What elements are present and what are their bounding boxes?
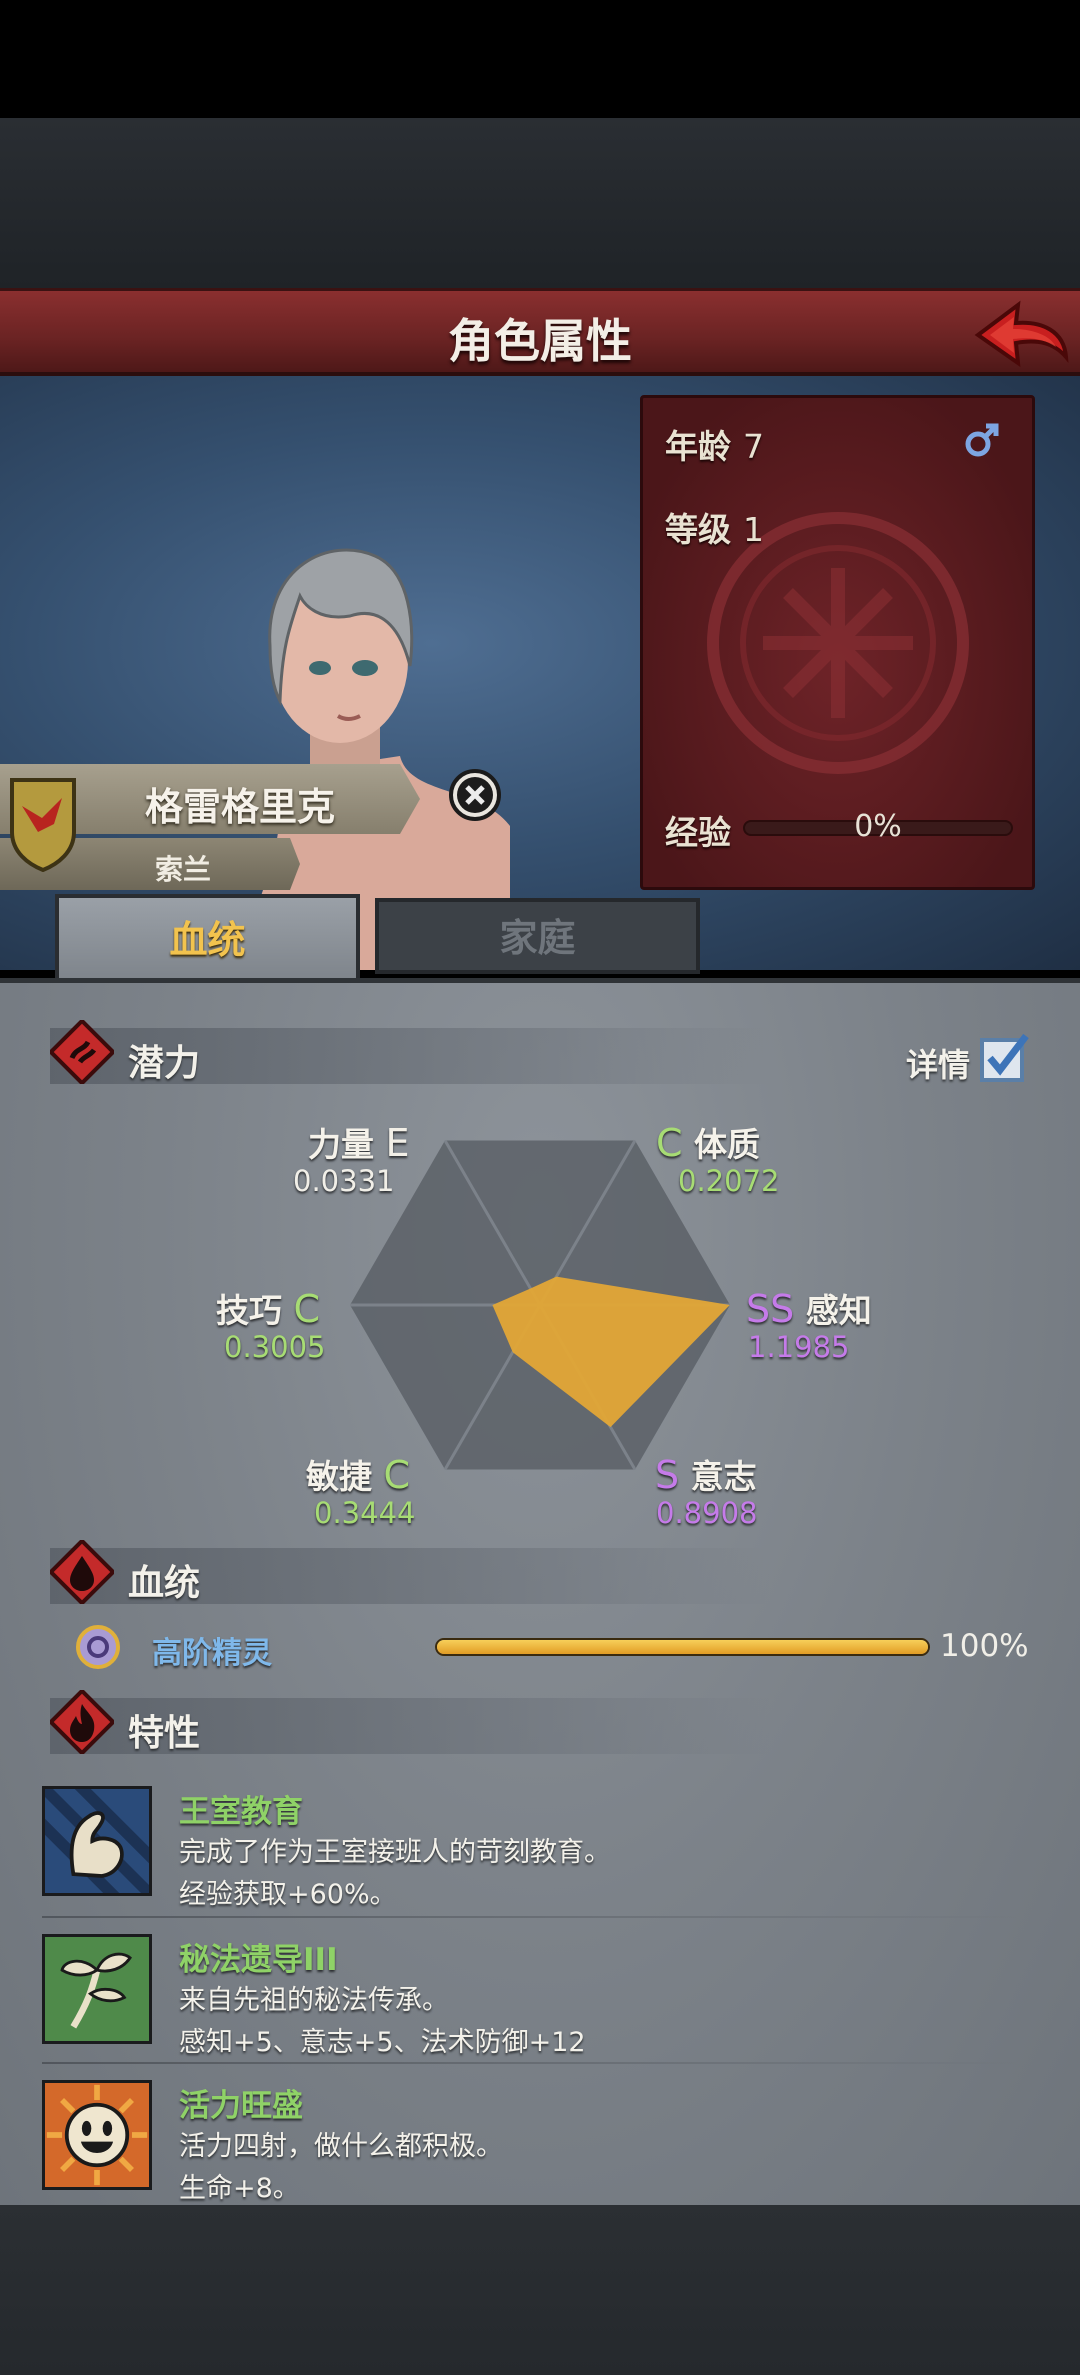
level-value: 1	[743, 510, 764, 549]
smiley-icon	[42, 2080, 152, 2190]
blood-drop-icon	[50, 1540, 114, 1604]
stat-perception-grade: SS	[746, 1287, 795, 1331]
stat-will-value: 0.8908	[656, 1496, 758, 1530]
flame-icon	[50, 1690, 114, 1754]
sprout-icon	[42, 1934, 152, 2044]
trait-name: 活力旺盛	[179, 2088, 303, 2124]
stat-perception: SS 感知	[746, 1284, 872, 1332]
trait-name: 王室教育	[179, 1794, 303, 1830]
bloodline-progress-fill	[437, 1640, 928, 1654]
stat-strength-value: 0.0331	[293, 1164, 395, 1198]
info-panel: 年龄 7 等级 1 经验 0%	[640, 395, 1035, 890]
stat-strength-name: 力量	[308, 1125, 374, 1164]
bloodline-name: 高阶精灵	[152, 1636, 272, 1671]
male-gender-icon	[965, 423, 999, 457]
stat-constitution-name: 体质	[694, 1125, 761, 1164]
age-value: 7	[743, 427, 764, 466]
bloodline-row: 高阶精灵 100%	[70, 1622, 1030, 1674]
trait-description: 活力四射，做什么都积极。	[179, 2131, 503, 2162]
close-icon[interactable]	[448, 768, 502, 822]
stat-skill-grade: C	[293, 1287, 321, 1331]
bloodline-percent: 100%	[940, 1628, 1029, 1664]
page-title: 角色属性	[448, 314, 632, 368]
trait-description: 完成了作为王室接班人的苛刻教育。	[179, 1837, 611, 1868]
stat-skill: 技巧 C	[216, 1284, 320, 1332]
exp-label: 经验	[665, 813, 731, 852]
stat-agility-value: 0.3444	[314, 1496, 416, 1530]
trait-effect: 生命+8。	[179, 2173, 300, 2204]
trait-effect: 经验获取+60%。	[179, 1879, 397, 1910]
potential-title: 潜力	[128, 1043, 201, 1084]
bloodline-title: 血统	[128, 1563, 201, 1604]
trait-divider	[42, 1916, 1022, 1918]
status-bar-area	[0, 0, 1080, 118]
stat-will: S 意志	[655, 1450, 757, 1498]
trait-item[interactable]: 活力旺盛 活力四射，做什么都积极。 生命+8。	[42, 2080, 1042, 2220]
detail-label: 详情	[905, 1046, 970, 1084]
trait-description: 来自先祖的秘法传承。	[179, 1985, 449, 2016]
stat-strength-grade: E	[385, 1121, 410, 1165]
level-row: 等级 1	[665, 503, 764, 551]
top-background	[0, 118, 1080, 288]
trait-name: 秘法遗导III	[179, 1942, 338, 1978]
stat-perception-name: 感知	[805, 1291, 872, 1330]
age-row: 年龄 7	[665, 420, 764, 468]
trait-divider	[42, 2062, 1022, 2064]
stat-skill-value: 0.3005	[224, 1330, 326, 1364]
trait-item[interactable]: 王室教育 完成了作为王室接班人的苛刻教育。 经验获取+60%。	[42, 1786, 1042, 1926]
tab-bloodline[interactable]: 血统	[55, 894, 360, 978]
traits-title: 特性	[128, 1713, 201, 1754]
character-origin: 索兰	[155, 853, 212, 886]
stat-constitution: C 体质	[656, 1118, 760, 1166]
stat-constitution-value: 0.2072	[678, 1164, 780, 1198]
stat-perception-value: 1.1985	[748, 1330, 850, 1364]
stat-agility-grade: C	[383, 1453, 411, 1497]
trait-effect: 感知+5、意志+5、法术防御+12	[179, 2027, 586, 2058]
back-arrow-icon[interactable]	[970, 297, 1070, 373]
stat-will-name: 意志	[690, 1457, 757, 1496]
stat-will-grade: S	[655, 1453, 680, 1497]
level-label: 等级	[665, 510, 731, 549]
stat-constitution-grade: C	[656, 1121, 683, 1165]
tab-family[interactable]: 家庭	[375, 898, 700, 974]
header-bar: 角色属性	[0, 288, 1080, 376]
exp-bar: 0%	[743, 809, 1013, 844]
flexed-arm-icon	[42, 1786, 152, 1896]
age-label: 年龄	[665, 427, 731, 466]
stat-agility: 敏捷 C	[306, 1450, 410, 1498]
potential-icon	[50, 1020, 114, 1084]
detail-checkbox-icon[interactable]	[978, 1030, 1032, 1084]
stat-agility-name: 敏捷	[306, 1457, 372, 1496]
trait-item[interactable]: 秘法遗导III 来自先祖的秘法传承。 感知+5、意志+5、法术防御+12	[42, 1934, 1042, 2074]
exp-percent: 0%	[854, 809, 902, 844]
stat-strength: 力量 E	[308, 1118, 410, 1166]
stat-skill-name: 技巧	[216, 1291, 282, 1330]
bottom-background	[0, 2205, 1080, 2375]
elf-bloodline-icon	[76, 1625, 120, 1669]
bird-crest-icon	[10, 778, 76, 872]
character-name: 格雷格里克	[145, 785, 336, 829]
bloodline-progress-bar	[435, 1638, 930, 1656]
